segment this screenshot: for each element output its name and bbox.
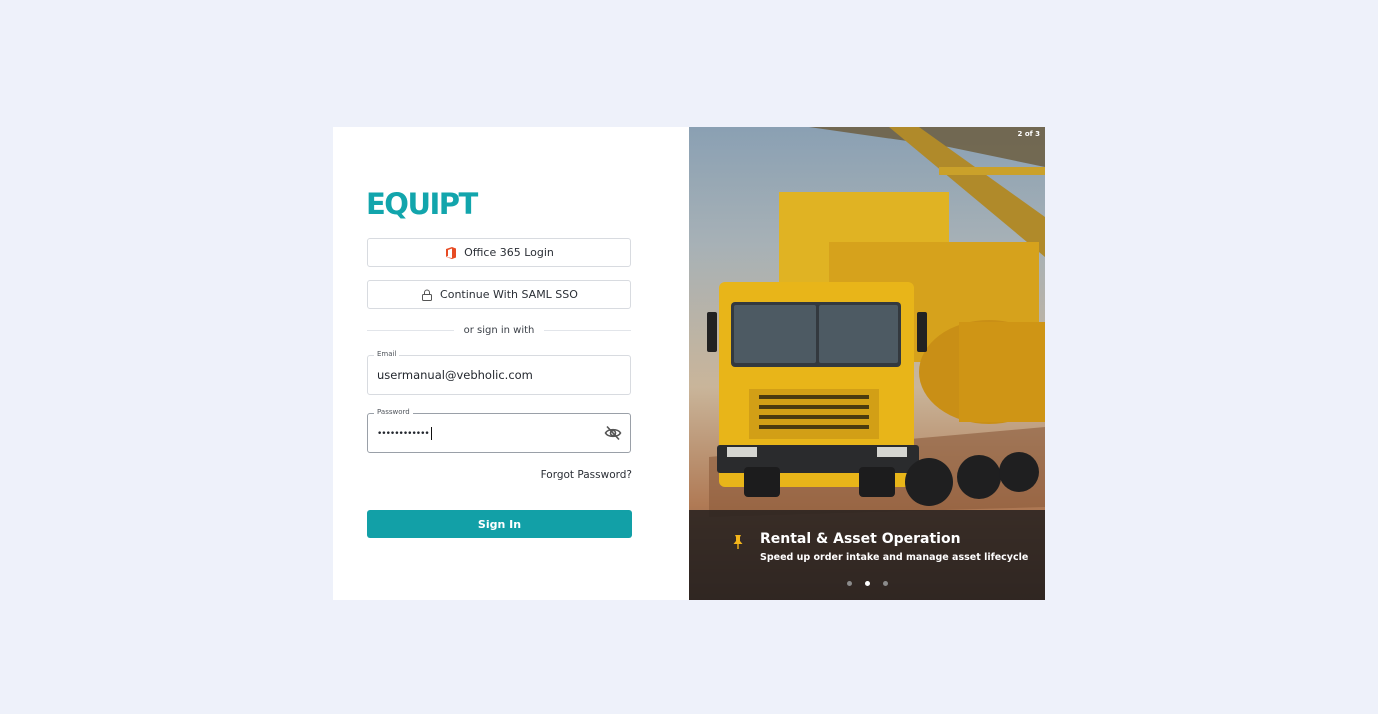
divider-text: or sign in with: [463, 324, 535, 336]
office365-icon: [444, 246, 458, 260]
password-value[interactable]: ••••••••••••: [377, 427, 432, 440]
carousel-dot-3[interactable]: [882, 581, 888, 586]
office365-login-button[interactable]: Office 365 Login: [367, 238, 631, 267]
sign-in-button[interactable]: Sign In: [367, 510, 632, 538]
office365-login-label: Office 365 Login: [464, 246, 554, 259]
sign-in-divider: or sign in with: [367, 323, 631, 337]
carousel-panel: 2 of 3 Rental & Asset Operation Speed up…: [689, 127, 1045, 600]
login-card: EQUIPT Office 365 Login Continue With SA…: [333, 127, 1045, 600]
forgot-password-link[interactable]: Forgot Password?: [541, 469, 632, 481]
lock-icon: [420, 288, 434, 302]
hide-password-icon[interactable]: [604, 424, 622, 442]
password-label: Password: [374, 408, 413, 416]
pin-icon: [729, 533, 747, 551]
slide-counter: 2 of 3: [1017, 130, 1040, 138]
email-label: Email: [374, 350, 400, 358]
password-field[interactable]: Password ••••••••••••: [367, 408, 631, 453]
text-cursor: [430, 427, 432, 440]
email-value[interactable]: usermanual@vebholic.com: [377, 368, 533, 382]
saml-sso-button[interactable]: Continue With SAML SSO: [367, 280, 631, 309]
equipt-logo: EQUIPT: [366, 187, 478, 221]
saml-sso-label: Continue With SAML SSO: [440, 288, 578, 301]
carousel-dot-2[interactable]: [864, 581, 870, 586]
slide-title: Rental & Asset Operation: [760, 531, 961, 547]
login-panel: EQUIPT Office 365 Login Continue With SA…: [333, 127, 689, 600]
divider-line: [544, 329, 631, 331]
carousel-dot-1[interactable]: [846, 581, 852, 586]
carousel-caption: Rental & Asset Operation Speed up order …: [689, 510, 1045, 600]
carousel-dots: [689, 581, 1045, 586]
divider-line: [367, 329, 454, 331]
email-field[interactable]: Email usermanual@vebholic.com: [367, 350, 631, 395]
slide-subtitle: Speed up order intake and manage asset l…: [760, 552, 1029, 563]
